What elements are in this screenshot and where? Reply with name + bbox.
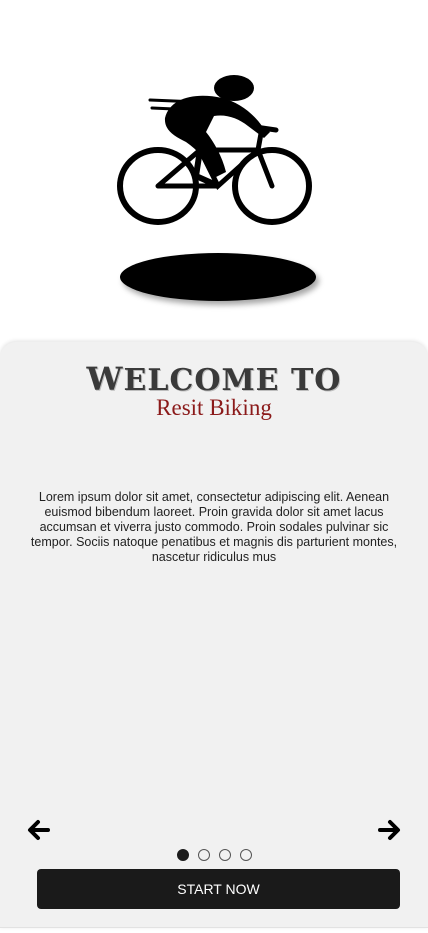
hero-illustration: [0, 0, 428, 340]
arrow-left-icon: [28, 820, 50, 840]
arrow-right-icon: [378, 820, 400, 840]
title-first-letter: W: [86, 360, 124, 398]
welcome-card: WELCOME TO Resit Biking Lorem ipsum dolo…: [0, 342, 428, 928]
previous-button[interactable]: [24, 818, 52, 842]
page-dot-4[interactable]: [239, 849, 252, 861]
page-dot-3[interactable]: [218, 849, 231, 861]
title-rest: ELCOME TO: [123, 363, 342, 398]
onboarding-screen: WELCOME TO Resit Biking Lorem ipsum dolo…: [0, 0, 428, 933]
welcome-title: WELCOME TO: [0, 360, 428, 398]
page-indicator: [0, 849, 428, 861]
start-now-button[interactable]: START NOW: [37, 869, 400, 909]
welcome-description: Lorem ipsum dolor sit amet, consectetur …: [30, 490, 398, 564]
next-button[interactable]: [376, 818, 404, 842]
page-dot-1[interactable]: [176, 849, 189, 861]
cyclist-icon: [117, 75, 316, 301]
app-name: Resit Biking: [156, 395, 272, 420]
page-dot-2[interactable]: [197, 849, 210, 861]
